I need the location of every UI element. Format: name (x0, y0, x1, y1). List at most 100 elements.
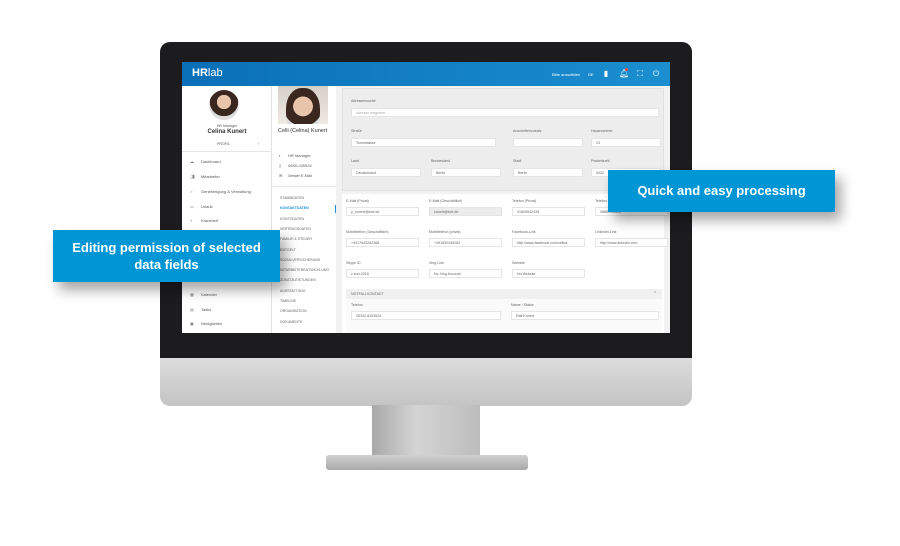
contact-label: Mobiltelefon (privat) (429, 230, 461, 234)
monitor-base (326, 455, 528, 470)
section-sozialversicherung[interactable]: Sozialversicherung (280, 258, 320, 262)
contact-label: Facebook-Link (512, 230, 536, 234)
contact-label: Telefon (Privat) (512, 199, 537, 203)
nav-kalender[interactable]: ▦ Kalender (190, 292, 217, 297)
contact-input[interactable]: No Website (512, 269, 585, 278)
contact-label: Xing Link (429, 261, 444, 265)
emergency-name-input[interactable]: Ralf Kunert (511, 311, 659, 320)
suitcase-icon: ▭ (190, 204, 194, 209)
news-icon: ▣ (190, 321, 194, 326)
nav-dashboard[interactable]: ☁ Dashboard (190, 159, 221, 164)
profile-panel: Celli (Celina) Kunert ▪ HR Manager ▯ 066… (272, 86, 336, 333)
emergency-contact-section: NOTFALLKONTAKT ⌃ Telefon 05342-6253524 N… (346, 289, 662, 333)
contact-input[interactable]: No Xing Account (429, 269, 502, 278)
check-icon: ✓ (190, 189, 194, 194)
section-ausstattung[interactable]: Ausstattung (280, 289, 306, 293)
address-label: Stadt (513, 159, 522, 163)
emergency-name-label: Name / Status (511, 303, 534, 307)
address-input[interactable] (513, 138, 583, 147)
company-select[interactable]: Bitte auswählen (552, 72, 580, 77)
contact-input[interactable]: c.kun-2018 (346, 269, 419, 278)
monitor-chin (160, 358, 692, 406)
contact-input[interactable]: p_kunert@inet.de (346, 207, 419, 216)
section-timeline[interactable]: Timeline (280, 299, 296, 303)
address-input[interactable]: Deutschland (351, 168, 421, 177)
emergency-phone-input[interactable]: 05342-6253524 (351, 311, 501, 320)
section-stammdaten[interactable]: Stammdaten (280, 196, 304, 200)
contact-input[interactable]: +4917643282368 (346, 238, 419, 247)
user-role: HR Manager (216, 124, 238, 128)
contact-input[interactable]: http://www.facebook.com/celina (512, 238, 585, 247)
employee-phone: 0665-245524 (288, 163, 312, 168)
divider (272, 186, 336, 187)
callout-editing-permission: Editing permission of selected data fiel… (53, 230, 280, 282)
section-familie-steuer[interactable]: Familie & Steuer (280, 237, 312, 241)
address-input[interactable]: Tormstrasse (351, 138, 496, 147)
nav-genehmigung[interactable]: ✓ Genehmigung & Verwaltung (190, 189, 251, 194)
user-avatar (209, 90, 239, 120)
address-label: Straße (351, 129, 362, 133)
address-search-label: Adressensuche (351, 99, 376, 103)
chevron-up-icon[interactable]: ⌃ (653, 291, 657, 297)
calendar-icon: ▦ (190, 292, 194, 297)
sidebar: HR Manager Celina Kunert PROFIL › ☁ Dashb… (182, 86, 272, 333)
callout-quick-processing: Quick and easy processing (608, 170, 835, 212)
divider (182, 151, 272, 152)
hrlab-logo[interactable]: HRlab (192, 67, 223, 79)
cloud-icon: ☁ (190, 159, 194, 164)
employee-name: Celli (Celina) Kunert (278, 128, 328, 134)
phone-icon: ▯ (279, 163, 282, 168)
contact-input[interactable]: http://www.linkedin.com (595, 238, 668, 247)
section-zusatzleistungen[interactable]: Zusatzleistungen (280, 278, 316, 282)
contact-input[interactable]: +491652435263 (429, 238, 502, 247)
address-input[interactable]: 23 (591, 138, 661, 147)
contact-label: Skype ID (346, 261, 361, 265)
section-kontaktdaten[interactable]: Kontaktdaten (280, 206, 309, 210)
contact-label: Website (512, 261, 525, 265)
nav-mitarbeiter[interactable]: 👥︎ Mitarbeiter (190, 174, 220, 179)
user-name: Celina Kunert (207, 129, 247, 135)
nav-tasks[interactable]: ▤ Tasks (190, 307, 211, 312)
profile-link[interactable]: PROFIL (217, 142, 230, 146)
section-kontodaten[interactable]: Kontodaten (280, 217, 304, 221)
nav-krankheit[interactable]: ⚕ Krankheit (190, 218, 218, 223)
address-label: Hausnummer (591, 129, 613, 133)
address-label: Bundesland (431, 159, 450, 163)
section-vertragsdaten[interactable]: Vertragsdaten (280, 227, 311, 231)
section-organisation[interactable]: Organisation (280, 309, 307, 313)
address-label: Land (351, 159, 359, 163)
contact-label: E-Mail (Privat) (346, 199, 369, 203)
address-input[interactable]: Berlin (431, 168, 501, 177)
nav-urlaub[interactable]: ▭ Urlaub (190, 204, 213, 209)
contact-input[interactable]: kunert@inet.de (429, 207, 502, 216)
app-screen: HRlab Bitte auswählen DE ▮ 🔔︎ ⛶ ⏻ HR Man… (182, 62, 670, 333)
section-entgelt[interactable]: Entgelt (280, 248, 296, 252)
address-label: Postleitzahl (591, 159, 610, 163)
contact-label: LinkedIn-Link (595, 230, 617, 234)
address-search-input[interactable]: Adresse eingeben... (351, 108, 659, 117)
briefcase-icon: ▪ (279, 153, 281, 158)
section-mitarbeiterentwicklung[interactable]: Mitarbeiterentwicklung (280, 268, 329, 272)
chevron-right-icon[interactable]: › (258, 141, 259, 146)
stethoscope-icon: ⚕ (190, 218, 193, 223)
clipboard-icon: ▤ (190, 307, 194, 312)
contact-card: E-Mail (Privat) p_kunert@inet.de E-Mail (… (342, 194, 668, 333)
fullscreen-icon[interactable]: ⛶ (636, 69, 644, 78)
language-select[interactable]: DE (588, 72, 594, 77)
nav-neuigkeiten[interactable]: ▣ Neuigkeiten (190, 321, 222, 326)
section-dokumente[interactable]: Dokumente (280, 320, 302, 324)
employee-position: HR Manager (288, 153, 311, 158)
address-label: Anschriftenzusatz (513, 129, 542, 133)
top-bar: HRlab Bitte auswählen DE ▮ 🔔︎ ⛶ ⏻ (182, 62, 670, 86)
emergency-phone-label: Telefon (351, 303, 363, 307)
notification-dot (625, 68, 628, 71)
address-input[interactable]: Berlin (513, 168, 583, 177)
send-email-link[interactable]: Sende E-Mail (288, 173, 312, 178)
mail-icon: ✉ (279, 173, 283, 178)
contact-label: Mobiltelefon (Geschäftlich) (346, 230, 389, 234)
profile-photo (278, 86, 328, 124)
power-icon[interactable]: ⏻ (652, 69, 660, 78)
contact-input[interactable]: 01605542439 (512, 207, 585, 216)
info-icon[interactable]: ▮ (602, 69, 610, 78)
monitor-stand (372, 405, 480, 457)
